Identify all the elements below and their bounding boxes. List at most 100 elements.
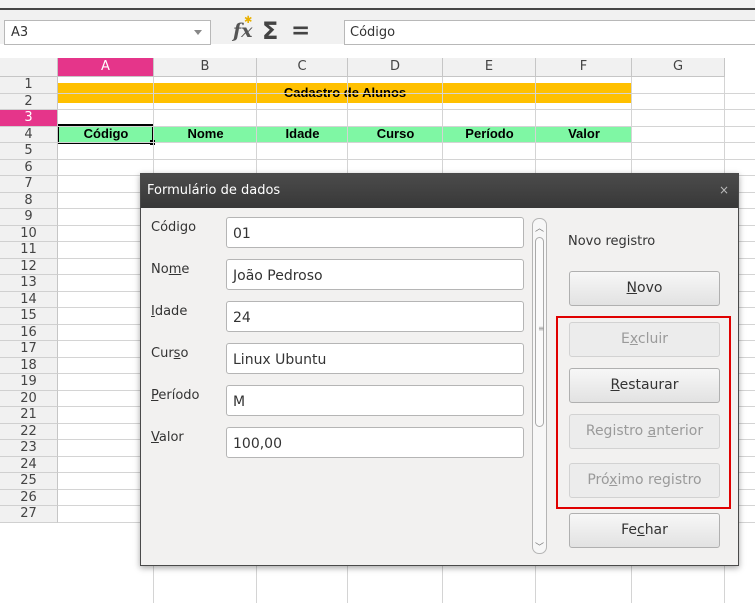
row-header-25[interactable]: 25 — [0, 473, 58, 490]
btn-text-post: ovo — [637, 280, 663, 296]
field-label: Período — [151, 388, 200, 403]
close-icon[interactable]: × — [719, 183, 729, 197]
chevron-down-icon[interactable] — [194, 30, 202, 35]
field-label-mnemonic: m — [168, 262, 182, 277]
chevron-down-icon[interactable]: ﹀ — [535, 540, 544, 553]
formula-bar: A3 fx ✱ Σ = Código — [0, 0, 755, 45]
row-header-16[interactable]: 16 — [0, 325, 58, 341]
row-header-3[interactable]: 3 — [0, 110, 58, 127]
row-header-26[interactable]: 26 — [0, 490, 58, 506]
row-gridline — [58, 93, 755, 94]
column-header-a[interactable]: A — [58, 58, 154, 77]
highlight-annotation — [556, 316, 731, 509]
field-value: 01 — [233, 226, 251, 242]
chevron-up-icon[interactable]: ︿ — [535, 221, 544, 234]
row-header-9[interactable]: 9 — [0, 209, 58, 226]
row-header-5[interactable]: 5 — [0, 143, 58, 160]
field-value: 24 — [233, 310, 251, 326]
column-header-e[interactable]: E — [443, 58, 536, 77]
field-input[interactable]: Linux Ubuntu — [226, 343, 524, 374]
field-label-text: No — [151, 262, 169, 277]
column-header-g[interactable]: G — [632, 58, 725, 77]
field-input[interactable]: 100,00 — [226, 427, 524, 458]
formula-input[interactable]: Código — [344, 20, 755, 45]
formula-icon[interactable]: = — [291, 18, 310, 44]
field-label: Curso — [151, 346, 188, 361]
sheet-header-cell[interactable]: Período — [443, 126, 536, 142]
field-label: Nome — [151, 262, 189, 277]
row-header-10[interactable]: 10 — [0, 226, 58, 242]
row-header-11[interactable]: 11 — [0, 242, 58, 259]
row-gridline — [58, 126, 755, 127]
record-scrollbar[interactable]: ︿ ≡ ﹀ — [532, 218, 547, 554]
row-header-18[interactable]: 18 — [0, 358, 58, 374]
field-input[interactable]: M — [226, 385, 524, 416]
column-header-c[interactable]: C — [257, 58, 348, 77]
sum-icon[interactable]: Σ — [262, 17, 278, 45]
row-header-13[interactable]: 13 — [0, 275, 58, 292]
row-header-7[interactable]: 7 — [0, 176, 58, 193]
field-label-text: eríodo — [158, 388, 200, 403]
row-header-8[interactable]: 8 — [0, 193, 58, 209]
row-header-22[interactable]: 22 — [0, 424, 58, 440]
name-box-value: A3 — [11, 25, 29, 40]
btn-mnemonic: N — [626, 280, 638, 296]
toolbar-divider — [0, 8, 755, 10]
field-label: Código — [151, 220, 196, 235]
btn-text-post: har — [644, 522, 668, 538]
dialog-titlebar[interactable]: Formulário de dados × — [141, 174, 738, 208]
active-cell-cursor — [57, 124, 154, 144]
row-header-24[interactable]: 24 — [0, 457, 58, 473]
field-input[interactable]: 24 — [226, 301, 524, 332]
row-header-14[interactable]: 14 — [0, 292, 58, 308]
scroll-thumb[interactable]: ≡ — [535, 237, 545, 427]
sheet-header-cell[interactable]: Idade — [257, 126, 348, 142]
btn-text-pre: Fe — [621, 522, 637, 538]
row-header-20[interactable]: 20 — [0, 391, 58, 407]
data-form-dialog: Formulário de dados × ︿ ≡ ﹀ Novo registr… — [140, 173, 739, 566]
field-label-text: Cur — [151, 346, 174, 361]
field-label: Valor — [151, 430, 184, 445]
row-gridline — [58, 109, 755, 110]
column-header-f[interactable]: F — [536, 58, 632, 77]
sheet-header-cell[interactable]: Curso — [348, 126, 443, 142]
field-label-text: Código — [151, 220, 197, 235]
field-value: 100,00 — [233, 436, 282, 452]
field-label-text: o — [180, 346, 189, 361]
name-box[interactable]: A3 — [4, 20, 211, 45]
row-header-21[interactable]: 21 — [0, 407, 58, 424]
column-header-d[interactable]: D — [348, 58, 443, 77]
field-label-text: alor — [158, 430, 184, 445]
field-label-mnemonic: V — [151, 430, 159, 445]
field-label-text: dade — [154, 304, 188, 319]
row-gridline — [58, 159, 755, 160]
row-header-2[interactable]: 2 — [0, 94, 58, 110]
row-header-1[interactable]: 1 — [0, 77, 58, 94]
novo-button[interactable]: Novo — [569, 271, 720, 306]
column-header-b[interactable]: B — [154, 58, 257, 77]
row-header-23[interactable]: 23 — [0, 440, 58, 457]
field-value: Linux Ubuntu — [233, 352, 327, 368]
sheet-header-cell[interactable]: Nome — [154, 126, 257, 142]
btn-mnemonic: c — [636, 522, 645, 538]
row-header-12[interactable]: 12 — [0, 259, 58, 275]
sheet-header-cell[interactable]: Valor — [536, 126, 632, 142]
field-label-text: e — [181, 262, 190, 277]
formula-text: Código — [350, 25, 396, 40]
row-header-15[interactable]: 15 — [0, 308, 58, 325]
dialog-title: Formulário de dados — [147, 183, 281, 198]
row-gridline — [58, 142, 755, 143]
field-input[interactable]: 01 — [226, 217, 524, 248]
field-value: M — [233, 394, 246, 410]
row-header-19[interactable]: 19 — [0, 374, 58, 391]
fechar-button[interactable]: Fechar — [569, 513, 720, 548]
row-header-6[interactable]: 6 — [0, 160, 58, 176]
select-all-corner[interactable] — [0, 58, 58, 77]
row-header-27[interactable]: 27 — [0, 506, 58, 523]
record-status: Novo registro — [568, 234, 656, 249]
field-input[interactable]: João Pedroso — [226, 259, 524, 290]
field-label: Idade — [151, 304, 187, 319]
field-value: João Pedroso — [233, 268, 323, 284]
row-header-4[interactable]: 4 — [0, 127, 58, 143]
row-header-17[interactable]: 17 — [0, 341, 58, 358]
